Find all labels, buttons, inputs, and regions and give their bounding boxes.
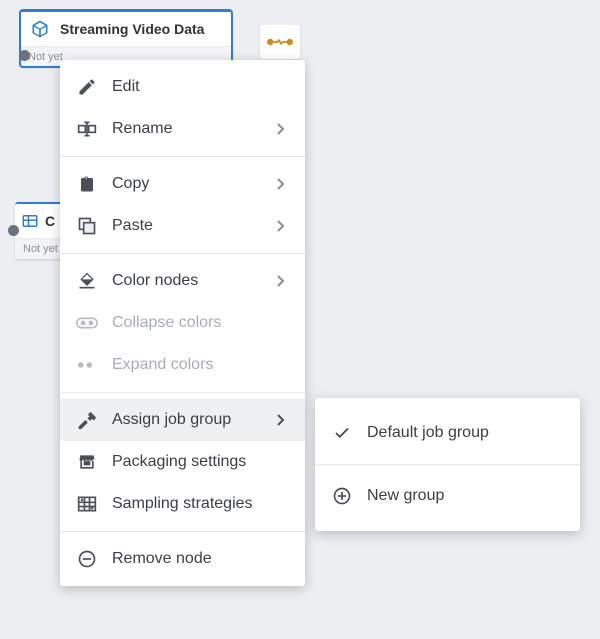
clipboard-icon bbox=[76, 173, 98, 195]
menu-sampling-strategies[interactable]: Sampling strategies bbox=[60, 483, 305, 525]
plus-circle-icon bbox=[331, 485, 353, 507]
assign-job-group-submenu: Default job group New group bbox=[315, 398, 580, 531]
submenu-label: New group bbox=[367, 487, 564, 505]
node-status: Not yet bbox=[15, 238, 65, 259]
menu-divider bbox=[60, 156, 305, 157]
menu-paste[interactable]: Paste bbox=[60, 205, 305, 247]
table-icon bbox=[21, 212, 39, 230]
menu-label: Sampling strategies bbox=[112, 495, 289, 513]
menu-label: Packaging settings bbox=[112, 453, 289, 471]
remove-icon bbox=[76, 548, 98, 570]
storefront-icon bbox=[76, 451, 98, 473]
menu-label: Copy bbox=[112, 175, 263, 193]
menu-divider bbox=[60, 531, 305, 532]
menu-packaging-settings[interactable]: Packaging settings bbox=[60, 441, 305, 483]
menu-divider bbox=[60, 253, 305, 254]
chevron-right-icon bbox=[277, 123, 289, 135]
context-menu: Edit Rename Copy Paste bbox=[60, 60, 305, 586]
menu-label: Remove node bbox=[112, 550, 289, 568]
submenu-divider bbox=[315, 464, 580, 465]
paste-icon bbox=[76, 215, 98, 237]
collapse-icon bbox=[76, 312, 98, 334]
check-icon bbox=[331, 422, 353, 444]
submenu-label: Default job group bbox=[367, 424, 564, 442]
cube-icon bbox=[30, 19, 50, 39]
chevron-right-icon bbox=[277, 178, 289, 190]
node-title: C bbox=[45, 213, 55, 229]
menu-assign-job-group[interactable]: Assign job group bbox=[60, 399, 305, 441]
submenu-new-group[interactable]: New group bbox=[315, 467, 580, 525]
menu-label: Assign job group bbox=[112, 411, 263, 429]
paint-bucket-icon bbox=[76, 270, 98, 292]
menu-rename[interactable]: Rename bbox=[60, 108, 305, 150]
menu-remove-node[interactable]: Remove node bbox=[60, 538, 305, 580]
chevron-right-icon bbox=[277, 220, 289, 232]
menu-collapse-colors: Collapse colors bbox=[60, 302, 305, 344]
chevron-right-icon bbox=[277, 414, 289, 426]
node-streaming-video-data[interactable]: Streaming Video Data Not yet bbox=[20, 10, 232, 67]
node-operator[interactable] bbox=[260, 25, 300, 59]
node-partial[interactable]: C Not yet bbox=[15, 202, 65, 259]
submenu-default-job-group[interactable]: Default job group bbox=[315, 404, 580, 462]
workflow-canvas[interactable]: Streaming Video Data Not yet C Not yet E… bbox=[0, 0, 600, 639]
menu-divider bbox=[60, 392, 305, 393]
pencil-icon bbox=[76, 76, 98, 98]
menu-copy[interactable]: Copy bbox=[60, 163, 305, 205]
menu-expand-colors: Expand colors bbox=[60, 344, 305, 386]
data-grid-icon bbox=[76, 493, 98, 515]
circuit-icon bbox=[265, 32, 295, 52]
menu-label: Color nodes bbox=[112, 272, 263, 290]
menu-label: Edit bbox=[112, 78, 289, 96]
menu-label: Collapse colors bbox=[112, 314, 289, 332]
chevron-right-icon bbox=[277, 275, 289, 287]
node-port[interactable] bbox=[8, 225, 19, 236]
node-title: Streaming Video Data bbox=[60, 21, 204, 37]
hammer-icon bbox=[76, 409, 98, 431]
node-port[interactable] bbox=[19, 50, 30, 61]
rename-icon bbox=[76, 118, 98, 140]
expand-icon bbox=[76, 354, 98, 376]
menu-edit[interactable]: Edit bbox=[60, 66, 305, 108]
menu-label: Paste bbox=[112, 217, 263, 235]
menu-label: Rename bbox=[112, 120, 263, 138]
menu-color-nodes[interactable]: Color nodes bbox=[60, 260, 305, 302]
menu-label: Expand colors bbox=[112, 356, 289, 374]
